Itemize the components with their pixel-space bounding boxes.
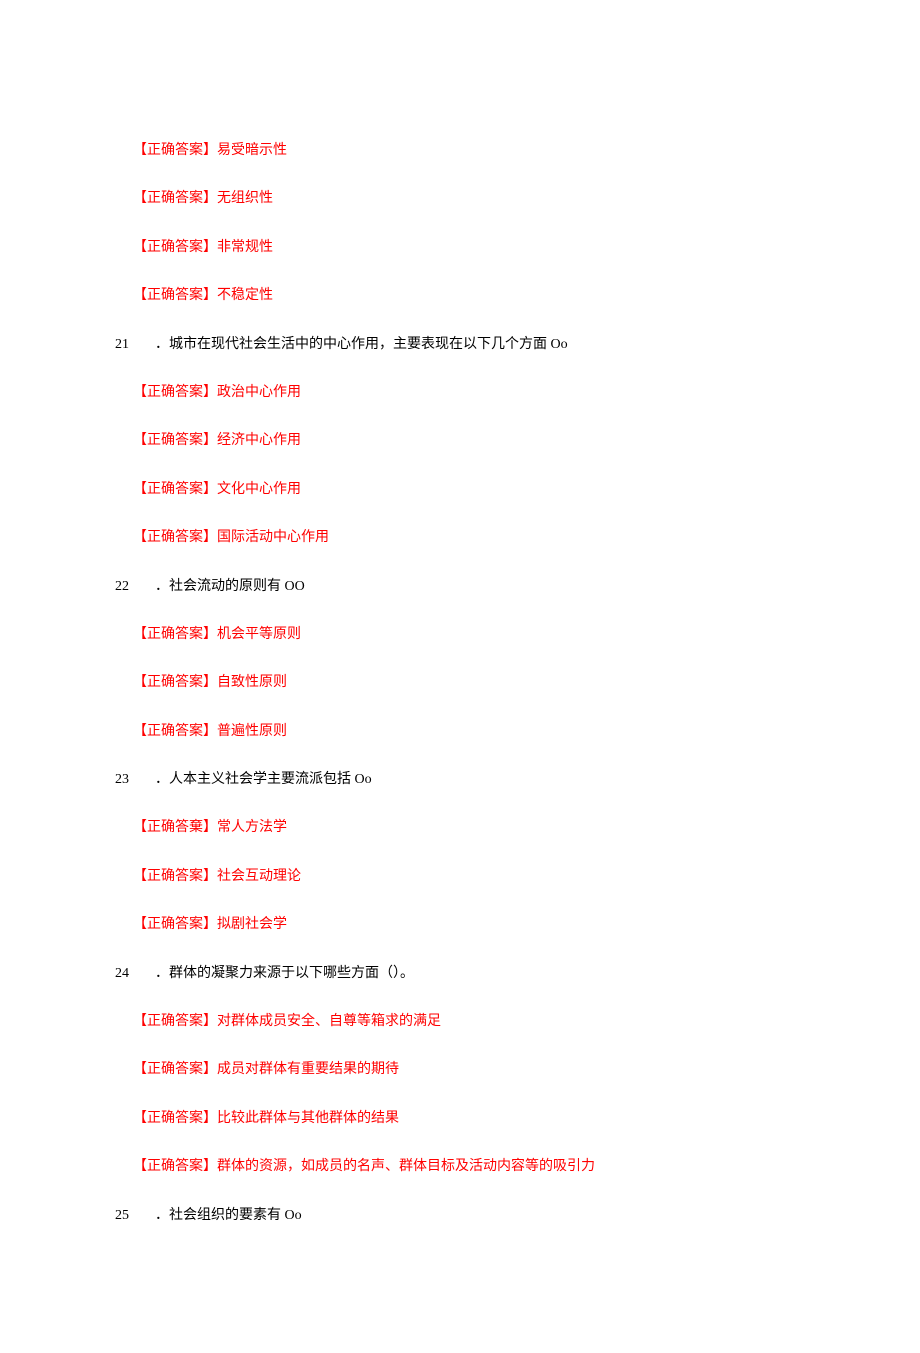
answer-line: 【正确答案】经济中心作用 [115, 430, 805, 452]
answer-line: 【正确答案】不稳定性 [115, 285, 805, 307]
answer-line: 【正确答棄】常人方法学 [115, 817, 805, 839]
answer-text: 比较此群体与其他群体的结果 [217, 1111, 399, 1126]
answer-label: 【正确答棄】 [133, 820, 217, 835]
answer-text: 社会互动理论 [217, 869, 301, 884]
answer-line: 【正确答案】机会平等原则 [115, 624, 805, 646]
answer-label: 【正确答案】 [133, 288, 217, 303]
answer-label: 【正确答案】 [133, 917, 217, 932]
answer-text: 易受暗示性 [217, 143, 287, 158]
answer-line: 【正确答案】对群体成员安全、自尊等箱求的满足 [115, 1011, 805, 1033]
question-line: 25 ．社会组织的要素有 Oo [115, 1205, 805, 1227]
answer-label: 【正确答案】 [133, 191, 217, 206]
answer-line: 【正确答案】无组织性 [115, 188, 805, 210]
answer-text: 成员对群体有重要结果的期待 [217, 1062, 399, 1077]
answer-label: 【正确答案】 [133, 240, 217, 255]
question-number: 23 [115, 769, 141, 791]
question-number: 21 [115, 334, 141, 356]
answer-text: 经济中心作用 [217, 433, 301, 448]
question-line: 24 ．群体的凝聚力来源于以下哪些方面（）。 [115, 963, 805, 985]
answer-label: 【正确答案】 [133, 482, 217, 497]
answer-text: 政治中心作用 [217, 385, 301, 400]
answer-text: 常人方法学 [217, 820, 287, 835]
answer-line: 【正确答案】政治中心作用 [115, 382, 805, 404]
answer-line: 【正确答案】自致性原则 [115, 672, 805, 694]
question-text: ．社会流动的原则有 OO [141, 579, 305, 594]
answer-text: 国际活动中心作用 [217, 530, 329, 545]
question-text: ．社会组织的要素有 Oo [141, 1208, 302, 1223]
question-number: 22 [115, 576, 141, 598]
question-text: ．城市在现代社会生活中的中心作用，主要表现在以下几个方面 Oo [141, 337, 568, 352]
answer-label: 【正确答案】 [133, 143, 217, 158]
answer-text: 对群体成员安全、自尊等箱求的满足 [217, 1014, 441, 1029]
question-number: 24 [115, 963, 141, 985]
answer-label: 【正确答案】 [133, 530, 217, 545]
answer-text: 自致性原则 [217, 675, 287, 690]
answer-label: 【正确答案】 [133, 627, 217, 642]
question-line: 23 ．人本主义社会学主要流派包括 Oo [115, 769, 805, 791]
answer-line: 【正确答案】群体的资源，如成员的名声、群体目标及活动内容等的吸引力 [115, 1156, 805, 1178]
answer-label: 【正确答案】 [133, 724, 217, 739]
answer-text: 普遍性原则 [217, 724, 287, 739]
answer-line: 【正确答案】社会互动理论 [115, 866, 805, 888]
answer-text: 非常规性 [217, 240, 273, 255]
answer-line: 【正确答案】拟剧社会学 [115, 914, 805, 936]
question-number: 25 [115, 1205, 141, 1227]
answer-text: 拟剧社会学 [217, 917, 287, 932]
answer-text: 文化中心作用 [217, 482, 301, 497]
document-content: 【正确答案】易受暗示性【正确答案】无组织性【正确答案】非常规性【正确答案】不稳定… [115, 140, 805, 1227]
answer-label: 【正确答案】 [133, 1111, 217, 1126]
question-line: 22 ．社会流动的原则有 OO [115, 576, 805, 598]
answer-label: 【正确答案】 [133, 433, 217, 448]
answer-label: 【正确答案】 [133, 1062, 217, 1077]
answer-line: 【正确答案】非常规性 [115, 237, 805, 259]
question-line: 21 ．城市在现代社会生活中的中心作用，主要表现在以下几个方面 Oo [115, 334, 805, 356]
answer-text: 群体的资源，如成员的名声、群体目标及活动内容等的吸引力 [217, 1159, 595, 1174]
answer-label: 【正确答案】 [133, 1159, 217, 1174]
answer-text: 不稳定性 [217, 288, 273, 303]
answer-line: 【正确答案】国际活动中心作用 [115, 527, 805, 549]
answer-line: 【正确答案】普遍性原则 [115, 721, 805, 743]
answer-line: 【正确答案】文化中心作用 [115, 479, 805, 501]
answer-label: 【正确答案】 [133, 1014, 217, 1029]
answer-line: 【正确答案】比较此群体与其他群体的结果 [115, 1108, 805, 1130]
answer-label: 【正确答案】 [133, 385, 217, 400]
answer-label: 【正确答案】 [133, 675, 217, 690]
question-text: ．人本主义社会学主要流派包括 Oo [141, 772, 372, 787]
answer-line: 【正确答案】成员对群体有重要结果的期待 [115, 1059, 805, 1081]
answer-label: 【正确答案】 [133, 869, 217, 884]
answer-text: 机会平等原则 [217, 627, 301, 642]
answer-text: 无组织性 [217, 191, 273, 206]
answer-line: 【正确答案】易受暗示性 [115, 140, 805, 162]
question-text: ．群体的凝聚力来源于以下哪些方面（）。 [141, 966, 414, 981]
